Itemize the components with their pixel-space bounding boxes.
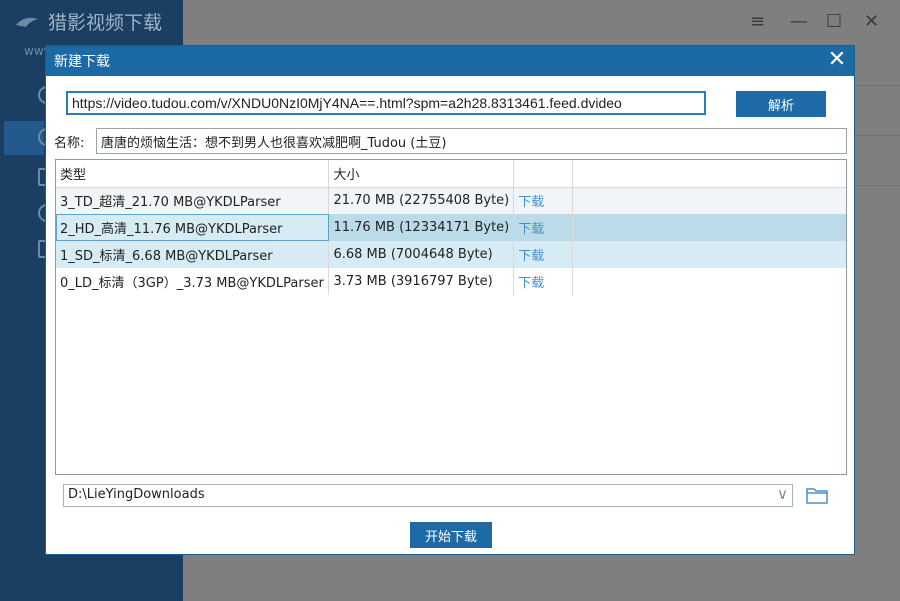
column-header-type[interactable]: 类型 [56, 160, 330, 188]
stream-table: 类型 大小 3_TD_超清_21.70 MB@YKDLParser 21.70 … [55, 159, 847, 475]
download-path-select[interactable]: D:\LieYingDownloads ∨ [63, 484, 793, 507]
table-row[interactable]: 1_SD_标清_6.68 MB@YKDLParser 6.68 MB (7004… [56, 241, 846, 268]
row-size: 6.68 MB (7004648 Byte) [328, 241, 515, 268]
new-download-dialog: 新建下载 ✕ 解析 名称: 唐唐的烦恼生活：想不到男人也很喜欢减肥啊_Tudou… [45, 45, 855, 555]
row-type: 1_SD_标清_6.68 MB@YKDLParser [56, 241, 330, 268]
dialog-title-bar: 新建下载 ✕ [46, 46, 854, 76]
parse-button[interactable]: 解析 [736, 91, 826, 117]
row-size: 3.73 MB (3916797 Byte) [328, 268, 515, 295]
folder-icon[interactable] [806, 486, 828, 504]
name-field[interactable]: 唐唐的烦恼生活：想不到男人也很喜欢减肥啊_Tudou (土豆) [96, 128, 847, 154]
start-download-button[interactable]: 开始下载 [410, 522, 492, 548]
download-link[interactable]: 下载 [518, 276, 544, 291]
table-header-row: 类型 大小 [56, 160, 846, 188]
row-empty-cell [572, 241, 846, 268]
row-empty-cell [572, 187, 846, 214]
download-path-value: D:\LieYingDownloads [68, 487, 205, 502]
column-header-action [513, 160, 574, 188]
table-row[interactable]: 0_LD_标清（3GP）_3.73 MB@YKDLParser 3.73 MB … [56, 268, 846, 295]
row-empty-cell [572, 214, 846, 241]
row-type: 2_HD_高清_11.76 MB@YKDLParser [56, 214, 330, 241]
menu-icon[interactable]: ≡ [750, 11, 765, 32]
app-title-text: 猎影视频下载 [48, 12, 163, 34]
download-link[interactable]: 下载 [518, 249, 544, 264]
app-title: 猎影视频下载 [14, 8, 162, 35]
table-row-selected[interactable]: 2_HD_高清_11.76 MB@YKDLParser 11.76 MB (12… [56, 214, 846, 241]
row-size: 21.70 MB (22755408 Byte) [328, 187, 515, 214]
table-row[interactable]: 3_TD_超清_21.70 MB@YKDLParser 21.70 MB (22… [56, 187, 846, 214]
row-type: 3_TD_超清_21.70 MB@YKDLParser [56, 187, 330, 214]
column-header-empty [572, 160, 846, 188]
maximize-icon[interactable]: ☐ [826, 11, 842, 32]
column-header-size[interactable]: 大小 [328, 160, 515, 188]
download-link[interactable]: 下载 [518, 195, 544, 210]
minimize-icon[interactable]: — [790, 11, 808, 32]
window-close-icon[interactable]: ✕ [864, 11, 879, 32]
app-logo-icon [16, 17, 38, 27]
dialog-close-icon[interactable]: ✕ [826, 49, 848, 71]
row-size: 11.76 MB (12334171 Byte) [328, 214, 515, 241]
row-empty-cell [572, 268, 846, 295]
row-type: 0_LD_标清（3GP）_3.73 MB@YKDLParser [56, 268, 330, 295]
chevron-down-icon[interactable]: ∨ [777, 485, 788, 503]
url-input[interactable] [66, 91, 706, 115]
dialog-title: 新建下载 [54, 54, 110, 70]
name-label: 名称: [54, 136, 85, 151]
download-link[interactable]: 下载 [518, 222, 544, 237]
